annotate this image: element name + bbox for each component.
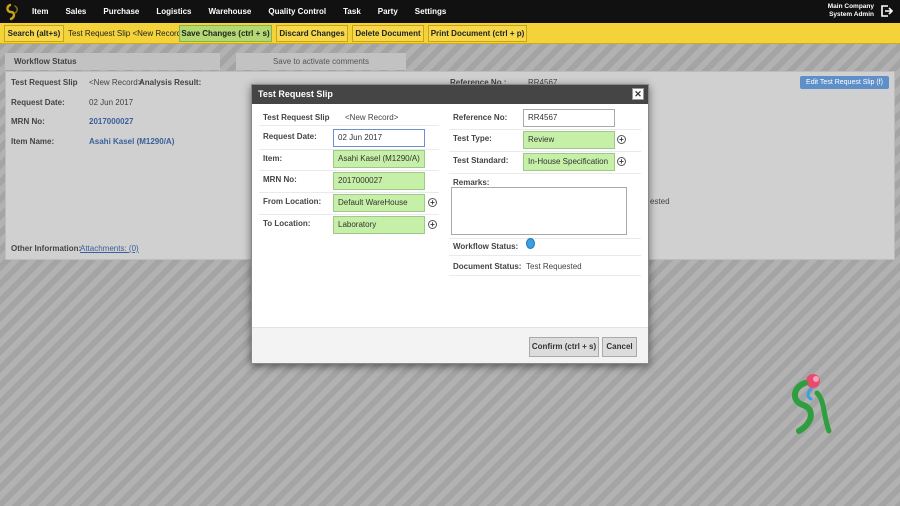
- tab-workflow-status[interactable]: Workflow Status: [5, 53, 220, 70]
- divider: [449, 238, 641, 239]
- add-from-location-icon[interactable]: +: [428, 198, 437, 207]
- bg-new-record: <New Record>: [89, 78, 143, 87]
- from-location-label: From Location:: [263, 197, 322, 206]
- bg-mrn-link[interactable]: 2017000027: [89, 117, 134, 126]
- record-value: <New Record>: [345, 113, 399, 122]
- record-label: Test Request Slip: [263, 113, 330, 122]
- nav-item-logistics[interactable]: Logistics: [148, 0, 200, 23]
- nav-item-warehouse[interactable]: Warehouse: [200, 0, 260, 23]
- reference-label: Reference No:: [453, 113, 508, 122]
- app-logo-icon[interactable]: [0, 0, 26, 23]
- divider: [259, 214, 439, 215]
- edit-test-request-button[interactable]: Edit Test Request Slip (f): [800, 76, 889, 89]
- bg-item-label: Item Name:: [11, 137, 55, 146]
- request-date-input[interactable]: 02 Jun 2017: [333, 129, 425, 147]
- item-field[interactable]: Asahi Kasel (M1290/A): [333, 150, 425, 168]
- from-location-field[interactable]: Default WareHouse: [333, 194, 425, 212]
- breadcrumb: Test Request Slip <New Record>: [68, 29, 186, 38]
- to-location-label: To Location:: [263, 219, 311, 228]
- document-toolbar: Search (alt+s) Test Request Slip <New Re…: [0, 23, 900, 44]
- document-status-value: Test Requested: [526, 262, 582, 271]
- bg-title: Test Request Slip: [11, 78, 78, 87]
- test-type-label: Test Type:: [453, 134, 492, 143]
- nav-item-party[interactable]: Party: [369, 0, 406, 23]
- nav-item-settings[interactable]: Settings: [406, 0, 455, 23]
- add-to-location-icon[interactable]: +: [428, 220, 437, 229]
- dialog-footer: Confirm (ctrl + s) Cancel: [252, 327, 648, 363]
- bg-status-fragment: ested: [650, 197, 670, 206]
- reference-input[interactable]: RR4567: [523, 109, 615, 127]
- mrn-field[interactable]: 2017000027: [333, 172, 425, 190]
- add-test-standard-icon[interactable]: +: [617, 157, 626, 166]
- workflow-status-indicator-icon[interactable]: [526, 238, 535, 249]
- test-standard-label: Test Standard:: [453, 156, 509, 165]
- cancel-button[interactable]: Cancel: [602, 337, 637, 357]
- nav-item-quality-control[interactable]: Quality Control: [260, 0, 335, 23]
- company-user-info[interactable]: Main Company System Admin: [828, 3, 874, 19]
- remarks-label: Remarks:: [453, 178, 490, 187]
- bg-mrn-label: MRN No:: [11, 117, 45, 126]
- divider: [449, 173, 641, 174]
- logout-icon[interactable]: [880, 4, 894, 18]
- mrn-label: MRN No:: [263, 175, 297, 184]
- document-status-label: Document Status:: [453, 262, 522, 271]
- bg-request-date-label: Request Date:: [11, 98, 65, 107]
- divider: [449, 151, 641, 152]
- divider: [449, 129, 641, 130]
- test-standard-field[interactable]: In-House Specification: [523, 153, 615, 171]
- delete-document-button[interactable]: Delete Document: [352, 25, 424, 42]
- user-name: System Admin: [829, 11, 874, 18]
- search-button[interactable]: Search (alt+s): [4, 25, 64, 42]
- brand-watermark-icon: [783, 371, 835, 439]
- add-test-type-icon[interactable]: +: [617, 135, 626, 144]
- print-document-button[interactable]: Print Document (ctrl + p): [428, 25, 527, 42]
- top-navigation-bar: Item Sales Purchase Logistics Warehouse …: [0, 0, 900, 23]
- workflow-status-label: Workflow Status:: [453, 242, 519, 251]
- test-request-slip-dialog: Test Request Slip ✕ Test Request Slip <N…: [251, 84, 649, 364]
- request-date-label: Request Date:: [263, 132, 317, 141]
- dialog-header: Test Request Slip ✕: [252, 85, 648, 104]
- save-to-activate-comments: Save to activate comments: [236, 53, 406, 70]
- nav-item-sales[interactable]: Sales: [57, 0, 95, 23]
- bg-other-info-label: Other Information:: [11, 244, 82, 253]
- bg-item-link[interactable]: Asahi Kasel (M1290/A): [89, 137, 174, 146]
- attachments-link[interactable]: Attachments: (0): [80, 244, 139, 253]
- discard-changes-button[interactable]: Discard Changes: [276, 25, 348, 42]
- nav-item-task[interactable]: Task: [335, 0, 370, 23]
- nav-item-item[interactable]: Item: [26, 0, 57, 23]
- bg-analysis-result-label: Analysis Result:: [139, 78, 202, 87]
- confirm-button[interactable]: Confirm (ctrl + s): [529, 337, 599, 357]
- nav-item-purchase[interactable]: Purchase: [95, 0, 148, 23]
- to-location-field[interactable]: Laboratory: [333, 216, 425, 234]
- divider: [259, 192, 439, 193]
- divider: [449, 255, 641, 256]
- company-name: Main Company: [827, 3, 874, 10]
- dialog-title: Test Request Slip: [258, 89, 333, 99]
- bg-request-date-value: 02 Jun 2017: [89, 98, 134, 107]
- divider: [449, 275, 641, 276]
- close-icon[interactable]: ✕: [632, 88, 644, 100]
- item-label: Item:: [263, 154, 283, 163]
- divider: [259, 125, 439, 126]
- divider: [259, 170, 439, 171]
- test-type-field[interactable]: Review: [523, 131, 615, 149]
- save-changes-button[interactable]: Save Changes (ctrl + s): [179, 25, 272, 42]
- remarks-textarea[interactable]: [451, 187, 627, 235]
